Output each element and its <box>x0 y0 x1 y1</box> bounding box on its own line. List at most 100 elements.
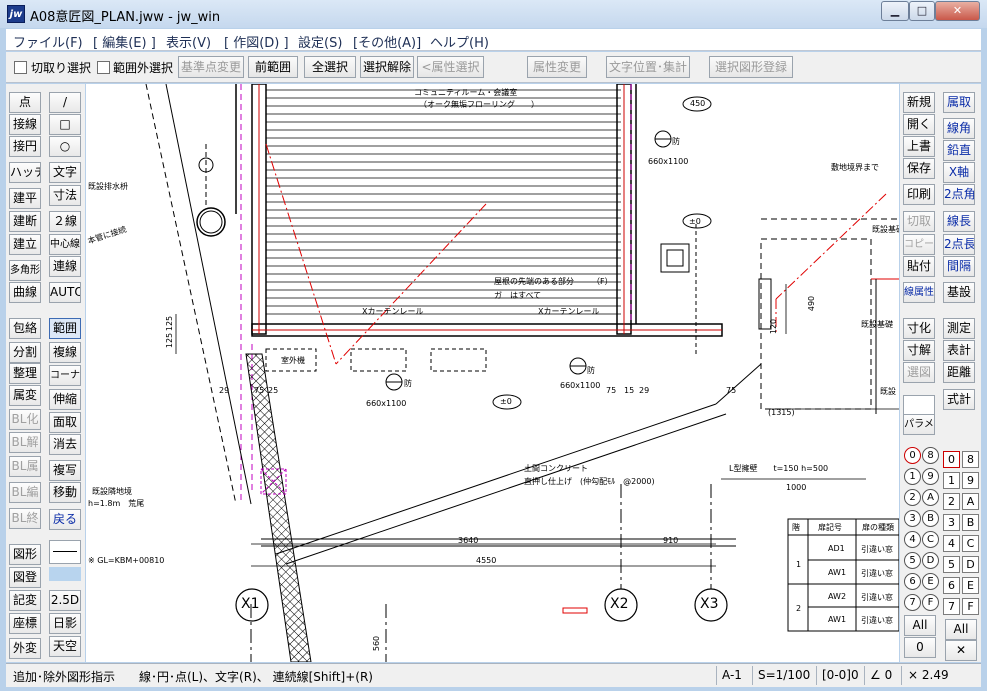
menu-help[interactable]: ヘルプ(H) <box>430 32 489 51</box>
layer-group-7[interactable]: 7 <box>904 594 921 611</box>
tool-polygon[interactable]: 多角形 <box>9 260 41 281</box>
tool-auto[interactable]: AUTO <box>49 282 81 303</box>
tool-divide[interactable]: 分割 <box>9 342 41 363</box>
line-type-swatch[interactable] <box>49 540 81 564</box>
layer-group-a[interactable]: A <box>922 489 939 506</box>
tool-two-point-angle[interactable]: 2点角 <box>943 184 975 205</box>
close-x-icon[interactable]: ✕ <box>945 640 977 661</box>
deselect-button[interactable]: 選択解除 <box>360 56 414 78</box>
maximize-button[interactable]: □ <box>909 1 935 21</box>
tool-erase[interactable]: 消去 <box>49 434 81 455</box>
tool-open[interactable]: 開く <box>903 114 935 135</box>
layer-group-1[interactable]: 1 <box>904 468 921 485</box>
tool-base-setting[interactable]: 基設 <box>943 282 975 303</box>
tool-line[interactable]: / <box>49 92 81 113</box>
tool-double-line[interactable]: ２線 <box>49 211 81 232</box>
tool-block-attribute[interactable]: BL属 <box>9 456 41 477</box>
attribute-select-button[interactable]: <属性選択> <box>417 56 484 94</box>
tool-tangent-line[interactable]: 接線 <box>9 114 41 135</box>
status-layer[interactable]: [0-0]0 <box>822 668 859 682</box>
layer-group-2[interactable]: 2 <box>904 489 921 506</box>
tool-measure[interactable]: 測定 <box>943 318 975 339</box>
tool-shape[interactable]: 図形 <box>9 544 41 565</box>
tool-block-edit[interactable]: BL編 <box>9 482 41 503</box>
layer-group-b[interactable]: B <box>922 510 939 527</box>
tool-move[interactable]: 移動 <box>49 482 81 503</box>
tool-stretch[interactable]: 伸縮 <box>49 389 81 410</box>
tool-dimension-explode[interactable]: 寸解 <box>903 340 935 361</box>
menu-edit[interactable]: [ 編集(E) ] <box>93 32 156 51</box>
layer-group-3[interactable]: 3 <box>904 510 921 527</box>
layer-group-c[interactable]: C <box>922 531 939 548</box>
tool-external-change[interactable]: 外変 <box>9 638 41 659</box>
tool-building-plan[interactable]: 建平 <box>9 188 41 209</box>
tool-select-figure[interactable]: 選図 <box>903 362 935 383</box>
status-zoom[interactable]: × 2.49 <box>908 668 949 682</box>
layer-7[interactable]: 7 <box>943 598 960 615</box>
tool-building-section[interactable]: 建断 <box>9 211 41 232</box>
tool-hatch[interactable]: ハッチ <box>9 162 41 183</box>
tool-get-attribute[interactable]: 属取 <box>943 92 975 113</box>
layer-group-zero-button[interactable]: 0 <box>904 637 936 658</box>
tool-paste[interactable]: 貼付 <box>903 256 935 277</box>
close-button[interactable]: ✕ <box>935 1 980 21</box>
tool-range[interactable]: 範囲 <box>49 318 81 339</box>
tool-chamfer[interactable]: 面取 <box>49 412 81 433</box>
cut-select-checkbox[interactable] <box>14 61 27 74</box>
menu-view[interactable]: 表示(V) <box>166 32 211 51</box>
tool-cut[interactable]: 切取 <box>903 211 935 232</box>
register-selected-shape-button[interactable]: 選択図形登録 <box>709 56 793 78</box>
layer-group-all-button[interactable]: All <box>904 615 936 636</box>
layer-e[interactable]: E <box>962 577 979 594</box>
layer-group-6[interactable]: 6 <box>904 573 921 590</box>
menu-file[interactable]: ファイル(F) <box>13 32 83 51</box>
layer-group-8[interactable]: 8 <box>922 447 939 464</box>
tool-symbol-change[interactable]: 記変 <box>9 590 41 611</box>
tool-envelope[interactable]: 包絡 <box>9 318 41 339</box>
tool-parameter[interactable]: パラメ <box>903 414 935 435</box>
tool-new[interactable]: 新規 <box>903 92 935 113</box>
minimize-button[interactable]: ▁ <box>881 1 909 21</box>
layer-group-5[interactable]: 5 <box>904 552 921 569</box>
tool-print[interactable]: 印刷 <box>903 184 935 205</box>
layer-4[interactable]: 4 <box>943 535 960 552</box>
tool-shadow[interactable]: 日影 <box>49 613 81 634</box>
tool-circle[interactable]: ○ <box>49 136 81 157</box>
tool-table-calc[interactable]: 表計 <box>943 340 975 361</box>
tool-point[interactable]: 点 <box>9 92 41 113</box>
tool-vertical[interactable]: 鉛直 <box>943 140 975 161</box>
layer-group-f[interactable]: F <box>922 594 939 611</box>
menu-other[interactable]: [その他(A)] <box>353 32 421 51</box>
tool-parallel-line[interactable]: 複線 <box>49 342 81 363</box>
tool-undo[interactable]: 戻る <box>49 509 81 530</box>
tool-sky[interactable]: 天空 <box>49 636 81 657</box>
menu-settings[interactable]: 設定(S) <box>298 32 342 51</box>
layer-group-e[interactable]: E <box>922 573 939 590</box>
tool-shape-register[interactable]: 図登 <box>9 567 41 588</box>
tool-block-create[interactable]: BL化 <box>9 409 41 430</box>
tool-line-angle[interactable]: 線角 <box>943 118 975 139</box>
tool-copy[interactable]: 複写 <box>49 460 81 481</box>
layer-all-button[interactable]: All <box>945 619 977 640</box>
tool-dimension-to-figure[interactable]: 寸化 <box>903 318 935 339</box>
status-angle[interactable]: ∠ 0 <box>870 668 892 682</box>
layer-3[interactable]: 3 <box>943 514 960 531</box>
status-scale[interactable]: S=1/100 <box>758 668 810 682</box>
layer-group-4[interactable]: 4 <box>904 531 921 548</box>
tool-formula-calc[interactable]: 式計 <box>943 389 975 410</box>
tool-interval[interactable]: 間隔 <box>943 256 975 277</box>
status-paper[interactable]: A-1 <box>722 668 742 682</box>
tool-center-line[interactable]: 中心線 <box>49 234 81 255</box>
tool-two-point-length[interactable]: 2点長 <box>943 234 975 255</box>
layer-2[interactable]: 2 <box>943 493 960 510</box>
layer-6[interactable]: 6 <box>943 577 960 594</box>
tool-overwrite[interactable]: 上書 <box>903 136 935 157</box>
previous-range-button[interactable]: 前範囲 <box>248 56 298 78</box>
layer-d[interactable]: D <box>962 556 979 573</box>
layer-group-0[interactable]: 0 <box>904 447 921 464</box>
drawing-canvas[interactable]: コミュニティルーム・会議室 （オーク無垢フローリング ） 既設排水枡 本管に接続… <box>86 84 899 662</box>
layer-a[interactable]: A <box>962 493 979 510</box>
tool-line-attribute[interactable]: 線属性 <box>903 282 935 303</box>
layer-b[interactable]: B <box>962 514 979 531</box>
tool-block-end[interactable]: BL終 <box>9 508 41 529</box>
